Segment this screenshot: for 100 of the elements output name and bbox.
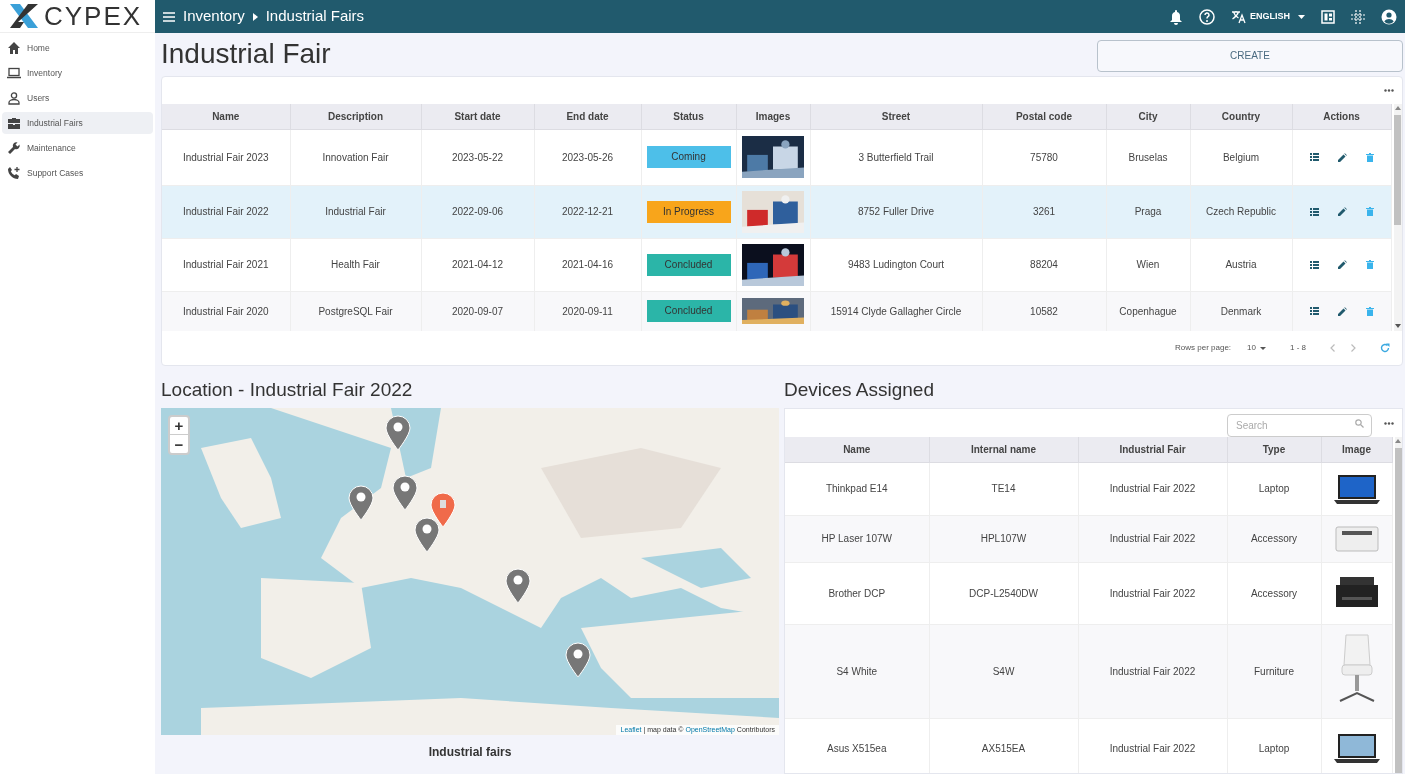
logo-icon xyxy=(8,2,40,30)
list-icon[interactable] xyxy=(1309,307,1319,315)
rows-per-page-select[interactable]: 10 xyxy=(1247,342,1256,354)
column-header[interactable]: Name xyxy=(785,437,929,462)
sidebar-item[interactable]: Industrial Fairs xyxy=(2,112,153,134)
column-header[interactable]: Postal code xyxy=(982,104,1106,129)
table-cell: Bruselas xyxy=(1106,129,1190,185)
caret-right-icon xyxy=(252,12,258,21)
column-header[interactable]: Country xyxy=(1190,104,1292,129)
dashboard-icon[interactable] xyxy=(1321,9,1335,24)
list-icon[interactable] xyxy=(1309,260,1319,269)
translate-icon[interactable] xyxy=(1231,9,1246,24)
zoom-in-button[interactable]: + xyxy=(170,417,188,435)
wrench-icon xyxy=(7,141,21,155)
column-header[interactable]: Description xyxy=(290,104,421,129)
search-icon xyxy=(1355,418,1364,428)
help-icon[interactable] xyxy=(1199,8,1215,25)
home-icon xyxy=(7,41,21,55)
caret-down-icon[interactable] xyxy=(1298,14,1305,19)
sidebar-item[interactable]: Home xyxy=(2,37,153,59)
search-field[interactable]: Search xyxy=(1227,413,1372,437)
table-cell: TE14 xyxy=(929,462,1078,515)
table-cell: 3261 xyxy=(982,185,1106,238)
sidebar-item[interactable]: Maintenance xyxy=(2,137,153,159)
table-cell: Accessory xyxy=(1227,562,1321,624)
section-title: Devices Assigned xyxy=(784,379,935,402)
column-header[interactable]: Image xyxy=(1321,437,1392,462)
scrollbar[interactable] xyxy=(1394,437,1402,773)
column-header[interactable]: Start date xyxy=(421,104,534,129)
map-pin-icon[interactable] xyxy=(414,517,440,553)
account-icon[interactable] xyxy=(1381,8,1397,25)
caret-down-icon[interactable] xyxy=(1260,346,1266,350)
table-cell: 2021-04-16 xyxy=(534,238,641,291)
column-header[interactable]: Name xyxy=(162,104,290,129)
refresh-icon[interactable] xyxy=(1380,343,1390,353)
language-selector[interactable]: ENGLISH xyxy=(1250,9,1290,24)
menu-icon[interactable] xyxy=(163,11,175,22)
breadcrumb-current: Industrial Fairs xyxy=(265,6,365,27)
bell-icon[interactable] xyxy=(1169,8,1183,25)
table-cell: 15914 Clyde Gallagher Circle xyxy=(810,291,982,331)
column-header[interactable]: Industrial Fair xyxy=(1078,437,1227,462)
table-cell: Innovation Fair xyxy=(290,129,421,185)
more-icon[interactable] xyxy=(1384,89,1394,92)
table-cell: PostgreSQL Fair xyxy=(290,291,421,331)
scroll-up-icon[interactable] xyxy=(1395,439,1402,444)
map-pin-icon[interactable] xyxy=(348,485,374,521)
table-cell: 2020-09-07 xyxy=(421,291,534,331)
column-header[interactable]: Type xyxy=(1227,437,1321,462)
zoom-out-button[interactable]: − xyxy=(170,435,188,453)
table-cell: Asus X515ea xyxy=(785,718,929,773)
scrollbar[interactable] xyxy=(1393,104,1402,331)
more-icon[interactable] xyxy=(1384,421,1394,425)
edit-icon[interactable] xyxy=(1337,306,1347,316)
sidebar-item[interactable]: Support Cases xyxy=(2,162,153,184)
list-icon[interactable] xyxy=(1309,207,1319,216)
table-cell: Austria xyxy=(1190,238,1292,291)
map-caption: Industrial fairs xyxy=(427,744,513,761)
grid-icon[interactable] xyxy=(1351,9,1365,24)
table-cell: Industrial Fair 2020 xyxy=(162,291,290,331)
map-pin-icon[interactable] xyxy=(385,415,411,451)
sidebar-item[interactable]: Users xyxy=(2,87,153,109)
section-title: Location - Industrial Fair 2022 xyxy=(161,379,414,402)
table-cell: Copenhague xyxy=(1106,291,1190,331)
column-header[interactable]: Actions xyxy=(1292,104,1391,129)
breadcrumb-link[interactable]: Inventory xyxy=(183,5,245,28)
edit-icon[interactable] xyxy=(1337,152,1347,162)
table-cell: HP Laser 107W xyxy=(785,515,929,562)
list-icon[interactable] xyxy=(1309,153,1319,161)
page-title: Industrial Fair xyxy=(161,37,331,71)
table-cell: Industrial Fair 2022 xyxy=(1078,718,1227,773)
status-badge: Concluded xyxy=(646,300,731,322)
column-header[interactable]: Images xyxy=(736,104,810,129)
map-pin-icon[interactable] xyxy=(565,642,591,678)
table-cell: 3 Butterfield Trail xyxy=(810,129,982,185)
table-cell: Health Fair xyxy=(290,238,421,291)
status-badge: In Progress xyxy=(646,200,731,223)
table-cell: Thinkpad E14 xyxy=(785,462,929,515)
map-pin-icon[interactable] xyxy=(505,568,531,604)
column-header[interactable]: Status xyxy=(641,104,736,129)
user-icon xyxy=(7,91,21,105)
table-cell: Industrial Fair 2022 xyxy=(1078,515,1227,562)
edit-icon[interactable] xyxy=(1337,207,1347,216)
column-header[interactable]: End date xyxy=(534,104,641,129)
table-cell: Accessory xyxy=(1227,515,1321,562)
status-badge: Coming xyxy=(646,146,731,168)
table-cell: 2023-05-22 xyxy=(421,129,534,185)
status-badge: Concluded xyxy=(646,253,731,276)
scroll-up-icon[interactable] xyxy=(1394,106,1401,111)
scroll-down-icon[interactable] xyxy=(1394,324,1401,329)
column-header[interactable]: City xyxy=(1106,104,1190,129)
map-pin-icon[interactable] xyxy=(392,475,418,511)
sidebar-item[interactable]: Inventory xyxy=(2,62,153,84)
edit-icon[interactable] xyxy=(1337,260,1347,269)
table-cell: Industrial Fair 2022 xyxy=(1078,462,1227,515)
create-button[interactable]: CREATE xyxy=(1097,39,1403,72)
column-header[interactable]: Street xyxy=(810,104,982,129)
column-header[interactable]: Internal name xyxy=(929,437,1078,462)
map-pin-icon[interactable] xyxy=(430,492,456,528)
table-cell: Industrial Fair 2022 xyxy=(162,185,290,238)
table-cell: Denmark xyxy=(1190,291,1292,331)
